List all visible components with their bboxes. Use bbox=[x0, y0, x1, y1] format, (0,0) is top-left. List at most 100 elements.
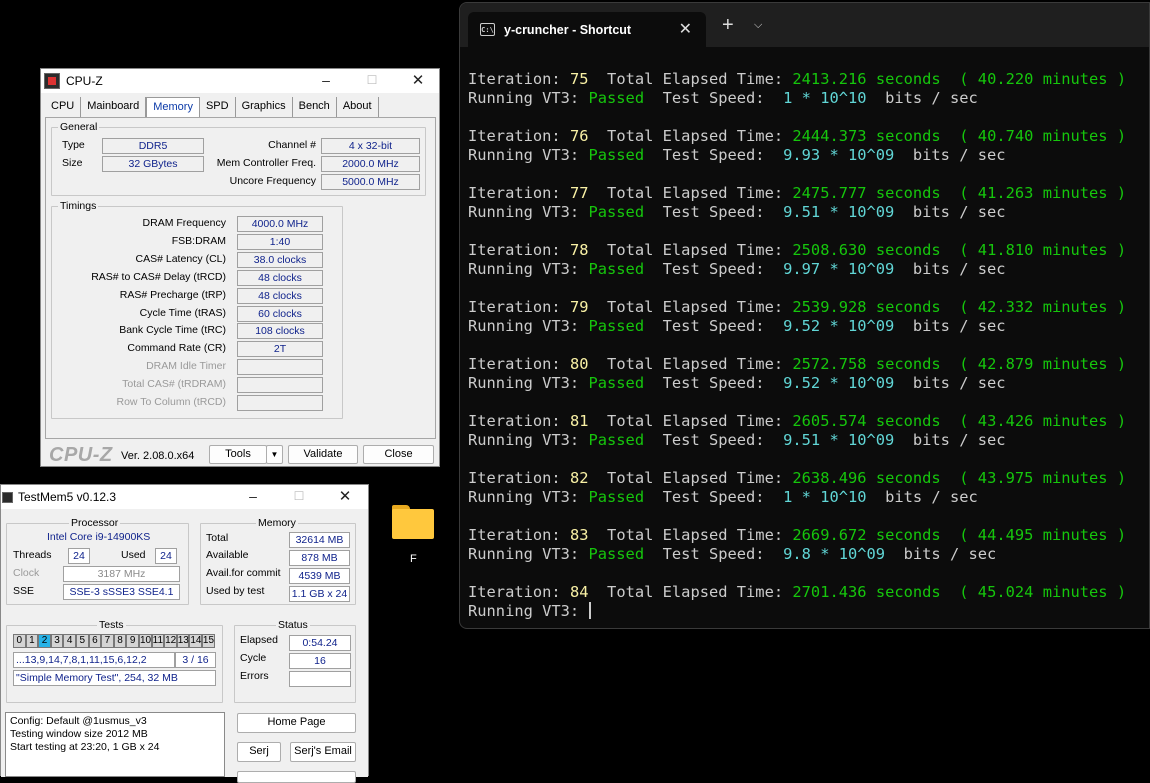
close-tab-icon[interactable]: ✕ bbox=[679, 19, 692, 39]
test-cell: 6 bbox=[88, 634, 102, 648]
elapsed-seconds: 2572.758 bbox=[792, 355, 867, 373]
desktop-folder[interactable]: F bbox=[390, 503, 436, 565]
tab-title: y-cruncher - Shortcut bbox=[504, 22, 632, 37]
memctrl-value: 2000.0 MHz bbox=[321, 156, 420, 172]
close-button[interactable]: ✕ bbox=[395, 69, 441, 91]
validate-button[interactable]: Validate bbox=[288, 445, 358, 464]
version-label: Ver. 2.08.0.x64 bbox=[121, 450, 195, 462]
iteration-label: Iteration: bbox=[468, 355, 561, 373]
testmem5-window: TestMem5 v0.12.3 – ☐ ✕ Processor Intel C… bbox=[0, 484, 369, 783]
test-speed: 9.51 * 10^09 bbox=[783, 203, 895, 221]
cycle-value: 16 bbox=[289, 653, 351, 669]
tab-cpu[interactable]: CPU bbox=[45, 97, 82, 117]
log-box[interactable]: Config: Default @1usmus_v3 Testing window… bbox=[5, 712, 225, 777]
timing-label: CAS# Latency (CL) bbox=[135, 252, 226, 265]
elapsed-minutes: 40.220 bbox=[977, 70, 1034, 88]
maximize-button[interactable]: ☐ bbox=[276, 485, 322, 507]
serj-email-button[interactable]: Serj's Email bbox=[290, 742, 356, 762]
speed-label: Test Speed: bbox=[662, 431, 765, 449]
terminal-tab[interactable]: C:\ y-cruncher - Shortcut ✕ bbox=[468, 12, 706, 47]
elapsed-minutes: 43.975 bbox=[977, 469, 1034, 487]
chevron-down-icon[interactable]: ⌵ bbox=[754, 19, 762, 32]
elapsed-seconds: 2669.672 bbox=[792, 526, 867, 544]
elapsed-seconds: 2701.436 bbox=[792, 583, 867, 601]
minimize-button[interactable]: – bbox=[303, 69, 349, 91]
speed-label: Test Speed: bbox=[662, 374, 765, 392]
serj-button[interactable]: Serj bbox=[237, 742, 281, 762]
timing-label: RAS# Precharge (tRP) bbox=[119, 288, 226, 301]
paren: ( bbox=[959, 526, 969, 544]
test-status: Passed bbox=[588, 203, 645, 221]
speed-label: Test Speed: bbox=[662, 260, 765, 278]
clock-value: 3187 MHz bbox=[63, 566, 180, 582]
timing-label: Bank Cycle Time (tRC) bbox=[119, 324, 226, 337]
iteration-number: 83 bbox=[569, 526, 589, 544]
log-line: Start testing at 23:20, 1 GB x 24 bbox=[10, 741, 160, 753]
running-line: Running VT3: Passed Test Speed: 9.51 * 1… bbox=[468, 203, 1149, 222]
tools-button[interactable]: Tools bbox=[209, 445, 267, 464]
size-value: 32 GBytes bbox=[102, 156, 204, 172]
test-cell: 4 bbox=[63, 634, 76, 648]
maximize-button[interactable]: ☐ bbox=[349, 69, 395, 91]
status-group: Status Elapsed 0:54.24 Cycle 16 Errors bbox=[234, 619, 356, 703]
tab-bench[interactable]: Bench bbox=[293, 97, 337, 117]
iteration-number: 81 bbox=[569, 412, 589, 430]
iteration-line: Iteration: 81 Total Elapsed Time: 2605.5… bbox=[468, 412, 1149, 431]
elapsed-label: Total Elapsed Time: bbox=[607, 241, 784, 259]
type-label: Type bbox=[62, 139, 85, 151]
log-line: Testing window size 2012 MB bbox=[10, 728, 148, 740]
test-status: Passed bbox=[588, 89, 645, 107]
paren: ( bbox=[959, 355, 969, 373]
iteration-line: Iteration: 79 Total Elapsed Time: 2539.9… bbox=[468, 298, 1149, 317]
minutes-unit: minutes ) bbox=[1042, 469, 1127, 487]
timing-value: 2T bbox=[237, 341, 323, 358]
close-button[interactable]: ✕ bbox=[322, 485, 368, 507]
timings-title: Timings bbox=[58, 200, 99, 212]
cycle-label: Cycle bbox=[240, 652, 267, 664]
tab-mainboard[interactable]: Mainboard bbox=[81, 97, 147, 117]
test-cell: 10 bbox=[138, 634, 152, 648]
close-button-footer[interactable]: Close bbox=[363, 445, 434, 464]
test-status: Passed bbox=[588, 431, 645, 449]
test-speed: 1 * 10^10 bbox=[783, 488, 867, 506]
bits-unit: bits / sec bbox=[912, 260, 1006, 278]
paren: ( bbox=[959, 583, 969, 601]
test-cell: 1 bbox=[25, 634, 39, 648]
test-sequence: ...13,9,14,7,8,1,11,15,6,12,2 bbox=[13, 652, 175, 668]
tab-about[interactable]: About bbox=[337, 97, 379, 117]
test-speed: 9.93 * 10^09 bbox=[783, 146, 895, 164]
bits-unit: bits / sec bbox=[912, 146, 1006, 164]
elapsed-minutes: 41.810 bbox=[977, 241, 1034, 259]
minimize-button[interactable]: – bbox=[230, 485, 276, 507]
terminal-titlebar: C:\ y-cruncher - Shortcut ✕ + ⌵ bbox=[460, 3, 1149, 47]
home-page-button[interactable]: Home Page bbox=[237, 713, 356, 733]
tab-memory[interactable]: Memory bbox=[146, 97, 200, 118]
seconds-unit: seconds bbox=[875, 469, 941, 487]
folder-label: F bbox=[410, 553, 417, 565]
running-label: Running VT3: bbox=[468, 203, 580, 221]
elapsed-minutes: 45.024 bbox=[977, 583, 1034, 601]
terminal-output[interactable]: Iteration: 75 Total Elapsed Time: 2413.2… bbox=[468, 70, 1149, 621]
paren: ( bbox=[959, 127, 969, 145]
timing-value bbox=[237, 359, 323, 376]
test-cell: 15 bbox=[201, 634, 215, 648]
size-label: Size bbox=[62, 157, 83, 169]
test-cell: 5 bbox=[75, 634, 89, 648]
timing-value: 48 clocks bbox=[237, 269, 323, 286]
iteration-number: 76 bbox=[569, 127, 589, 145]
elapsed-label: Total Elapsed Time: bbox=[607, 127, 784, 145]
tab-spd[interactable]: SPD bbox=[200, 97, 236, 117]
type-value: DDR5 bbox=[102, 138, 204, 154]
extra-button[interactable] bbox=[237, 771, 356, 783]
test-progress: 3 / 16 bbox=[175, 652, 216, 668]
iteration-label: Iteration: bbox=[468, 412, 561, 430]
cpuz-window: CPU-Z – ☐ ✕ CPU Mainboard Memory SPD Graphic… bbox=[40, 68, 440, 467]
elapsed-label: Total Elapsed Time: bbox=[607, 70, 784, 88]
cpuz-logo: CPU-Z bbox=[49, 444, 113, 466]
new-tab-button[interactable]: + bbox=[722, 14, 734, 37]
processor-group: Processor Intel Core i9-14900KS Threads … bbox=[6, 517, 189, 605]
uncore-value: 5000.0 MHz bbox=[321, 174, 420, 190]
tools-dropdown-button[interactable]: ▼ bbox=[266, 445, 283, 464]
tab-graphics[interactable]: Graphics bbox=[236, 97, 293, 117]
bits-unit: bits / sec bbox=[903, 545, 997, 563]
